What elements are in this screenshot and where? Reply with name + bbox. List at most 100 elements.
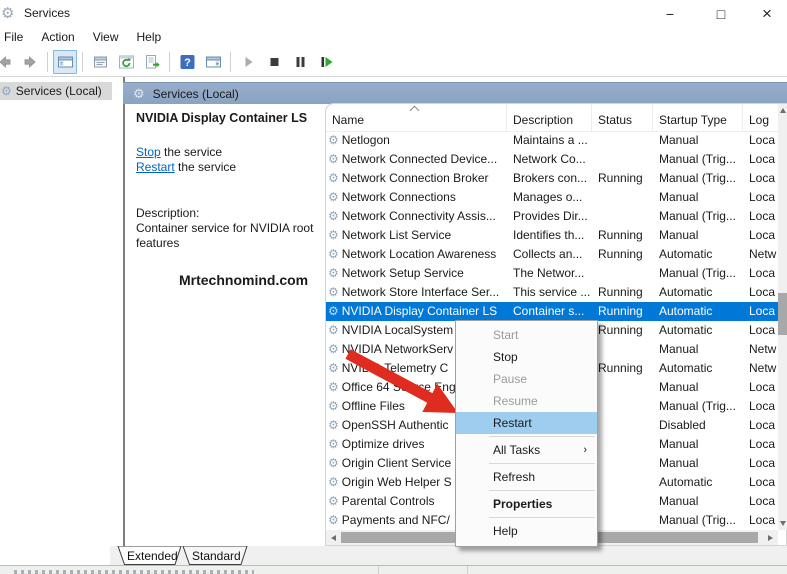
restart-service-line: Restart the service xyxy=(136,160,236,174)
service-name: Netlogon xyxy=(341,133,390,147)
toolbar-separator xyxy=(230,52,231,72)
service-log-on-as: Loca xyxy=(749,228,776,242)
service-row[interactable]: ⚙ NVIDIA Display Container LS Container s.… xyxy=(326,302,778,321)
service-log-on-as: Loca xyxy=(749,418,776,432)
context-menu-item-pause[interactable]: Pause xyxy=(456,368,597,390)
pause-service-icon[interactable] xyxy=(288,50,312,74)
service-name: Origin Web Helper S xyxy=(341,475,452,489)
column-header-name[interactable]: Name xyxy=(326,104,507,131)
column-header-startup-type[interactable]: Startup Type xyxy=(653,104,743,131)
service-startup-type: Manual (Trig... xyxy=(659,513,736,527)
service-gear-icon: ⚙ xyxy=(328,437,339,451)
column-header-status[interactable]: Status xyxy=(592,104,653,131)
scroll-down-button[interactable] xyxy=(778,517,787,530)
service-row[interactable]: ⚙ Network Connection Broker Brokers con...… xyxy=(326,169,778,188)
column-header-log-on-as[interactable]: Log xyxy=(743,104,778,131)
service-name: Network Connectivity Assis... xyxy=(341,209,496,223)
stop-service-link[interactable]: Stop xyxy=(136,145,161,159)
service-description: Network Co... xyxy=(513,152,586,166)
console-tree-icon[interactable] xyxy=(53,50,77,74)
service-row[interactable]: ⚙ Network Connectivity Assis... Provides D… xyxy=(326,207,778,226)
toolbar-separator xyxy=(47,52,48,72)
menu-help[interactable]: Help xyxy=(128,27,171,47)
help-icon[interactable]: ? xyxy=(175,50,199,74)
service-status xyxy=(592,473,653,492)
export-list-icon[interactable] xyxy=(140,50,164,74)
service-startup-type: Manual xyxy=(659,380,699,394)
description-line1: Container service for NVIDIA root xyxy=(136,221,314,235)
scroll-left-button[interactable] xyxy=(326,530,340,545)
maximize-button[interactable]: □ xyxy=(698,0,744,27)
service-log-on-as: Loca xyxy=(749,304,776,318)
restart-service-icon[interactable] xyxy=(314,50,338,74)
context-menu-item-properties[interactable]: Properties xyxy=(456,493,597,515)
service-row[interactable]: ⚙ Network Connections Manages o... Manual Lo… xyxy=(326,188,778,207)
service-gear-icon: ⚙ xyxy=(328,494,339,508)
selected-service-title: NVIDIA Display Container LS xyxy=(136,111,308,125)
service-log-on-as: Loca xyxy=(749,437,776,451)
service-name: Network List Service xyxy=(341,228,452,242)
properties-window-icon[interactable] xyxy=(88,50,112,74)
context-menu-item-all-tasks[interactable]: All Tasks › xyxy=(456,439,597,461)
minimize-button[interactable]: − xyxy=(647,0,693,27)
restart-service-link[interactable]: Restart xyxy=(136,160,175,174)
service-row[interactable]: ⚙ Network List Service Identifies th... Run… xyxy=(326,226,778,245)
service-row[interactable]: ⚙ Netlogon Maintains a ... Manual Loca xyxy=(326,131,778,150)
service-name: NVIDIA Telemetry C xyxy=(341,361,449,375)
window-title: Services xyxy=(24,6,71,20)
service-row[interactable]: ⚙ Network Location Awareness Collects an..… xyxy=(326,245,778,264)
scroll-right-button[interactable] xyxy=(763,530,778,545)
service-description: Brokers con... xyxy=(513,171,588,185)
title-bar: ⚙ Services − □ × xyxy=(0,0,787,26)
start-service-icon[interactable] xyxy=(236,50,260,74)
menu-view[interactable]: View xyxy=(84,27,128,47)
service-row[interactable]: ⚙ Network Setup Service The Networ... Manua… xyxy=(326,264,778,283)
back-arrow-icon[interactable] xyxy=(0,50,16,74)
service-row[interactable]: ⚙ Network Connected Device... Network Co..… xyxy=(326,150,778,169)
list-column-headers: Name Description Status Startup Type Log xyxy=(326,104,778,132)
close-button[interactable]: × xyxy=(744,0,787,27)
context-menu-item-help[interactable]: Help xyxy=(456,520,597,542)
service-log-on-as: Loca xyxy=(749,494,776,508)
context-menu-item-stop[interactable]: Stop xyxy=(456,346,597,368)
service-gear-icon: ⚙ xyxy=(328,361,339,375)
scroll-up-button[interactable] xyxy=(778,104,787,117)
service-gear-icon: ⚙ xyxy=(328,266,339,280)
service-row[interactable]: ⚙ Network Store Interface Ser... This serv… xyxy=(326,283,778,302)
column-header-description[interactable]: Description xyxy=(507,104,592,131)
forward-arrow-icon[interactable] xyxy=(18,50,42,74)
menu-file[interactable]: File xyxy=(0,27,32,47)
service-log-on-as: Loca xyxy=(749,209,776,223)
service-gear-icon: ⚙ xyxy=(328,209,339,223)
service-log-on-as: Loca xyxy=(749,171,776,185)
menu-action[interactable]: Action xyxy=(32,27,83,47)
refresh-icon[interactable] xyxy=(114,50,138,74)
service-name: Network Connected Device... xyxy=(341,152,498,166)
service-name: Payments and NFC/ xyxy=(341,513,450,527)
context-menu-item-resume[interactable]: Resume xyxy=(456,390,597,412)
vertical-scroll-thumb[interactable] xyxy=(778,293,787,335)
tree-item-services-local[interactable]: ⚙ Services (Local) xyxy=(0,82,112,100)
service-status xyxy=(592,492,653,511)
stop-service-suffix: the service xyxy=(160,145,223,159)
stop-service-icon[interactable] xyxy=(262,50,286,74)
service-name: Parental Controls xyxy=(341,494,435,508)
action-pane-icon[interactable] xyxy=(201,50,225,74)
pane-header: ⚙ Services (Local) xyxy=(123,82,787,104)
service-name: Network Store Interface Ser... xyxy=(341,285,500,299)
tab-standard[interactable]: Standard xyxy=(192,549,241,563)
restart-service-suffix: the service xyxy=(174,160,237,174)
service-log-on-as: Loca xyxy=(749,513,776,527)
service-name-cell: ⚙ Network Location Awareness xyxy=(326,245,507,264)
pane-splitter[interactable] xyxy=(117,77,125,565)
menu-separator xyxy=(489,463,595,464)
context-menu-item-refresh[interactable]: Refresh xyxy=(456,466,597,488)
service-name-cell: ⚙ NVIDIA Display Container LS xyxy=(326,302,507,321)
tab-extended[interactable]: Extended xyxy=(127,549,178,563)
service-log-on-as: Loca xyxy=(749,285,776,299)
context-menu-item-restart[interactable]: Restart xyxy=(456,412,597,434)
service-startup-type: Manual xyxy=(659,342,699,356)
stop-service-line: Stop the service xyxy=(136,145,222,159)
service-name-cell: ⚙ Network Connections xyxy=(326,188,507,207)
context-menu-item-start[interactable]: Start xyxy=(456,324,597,346)
